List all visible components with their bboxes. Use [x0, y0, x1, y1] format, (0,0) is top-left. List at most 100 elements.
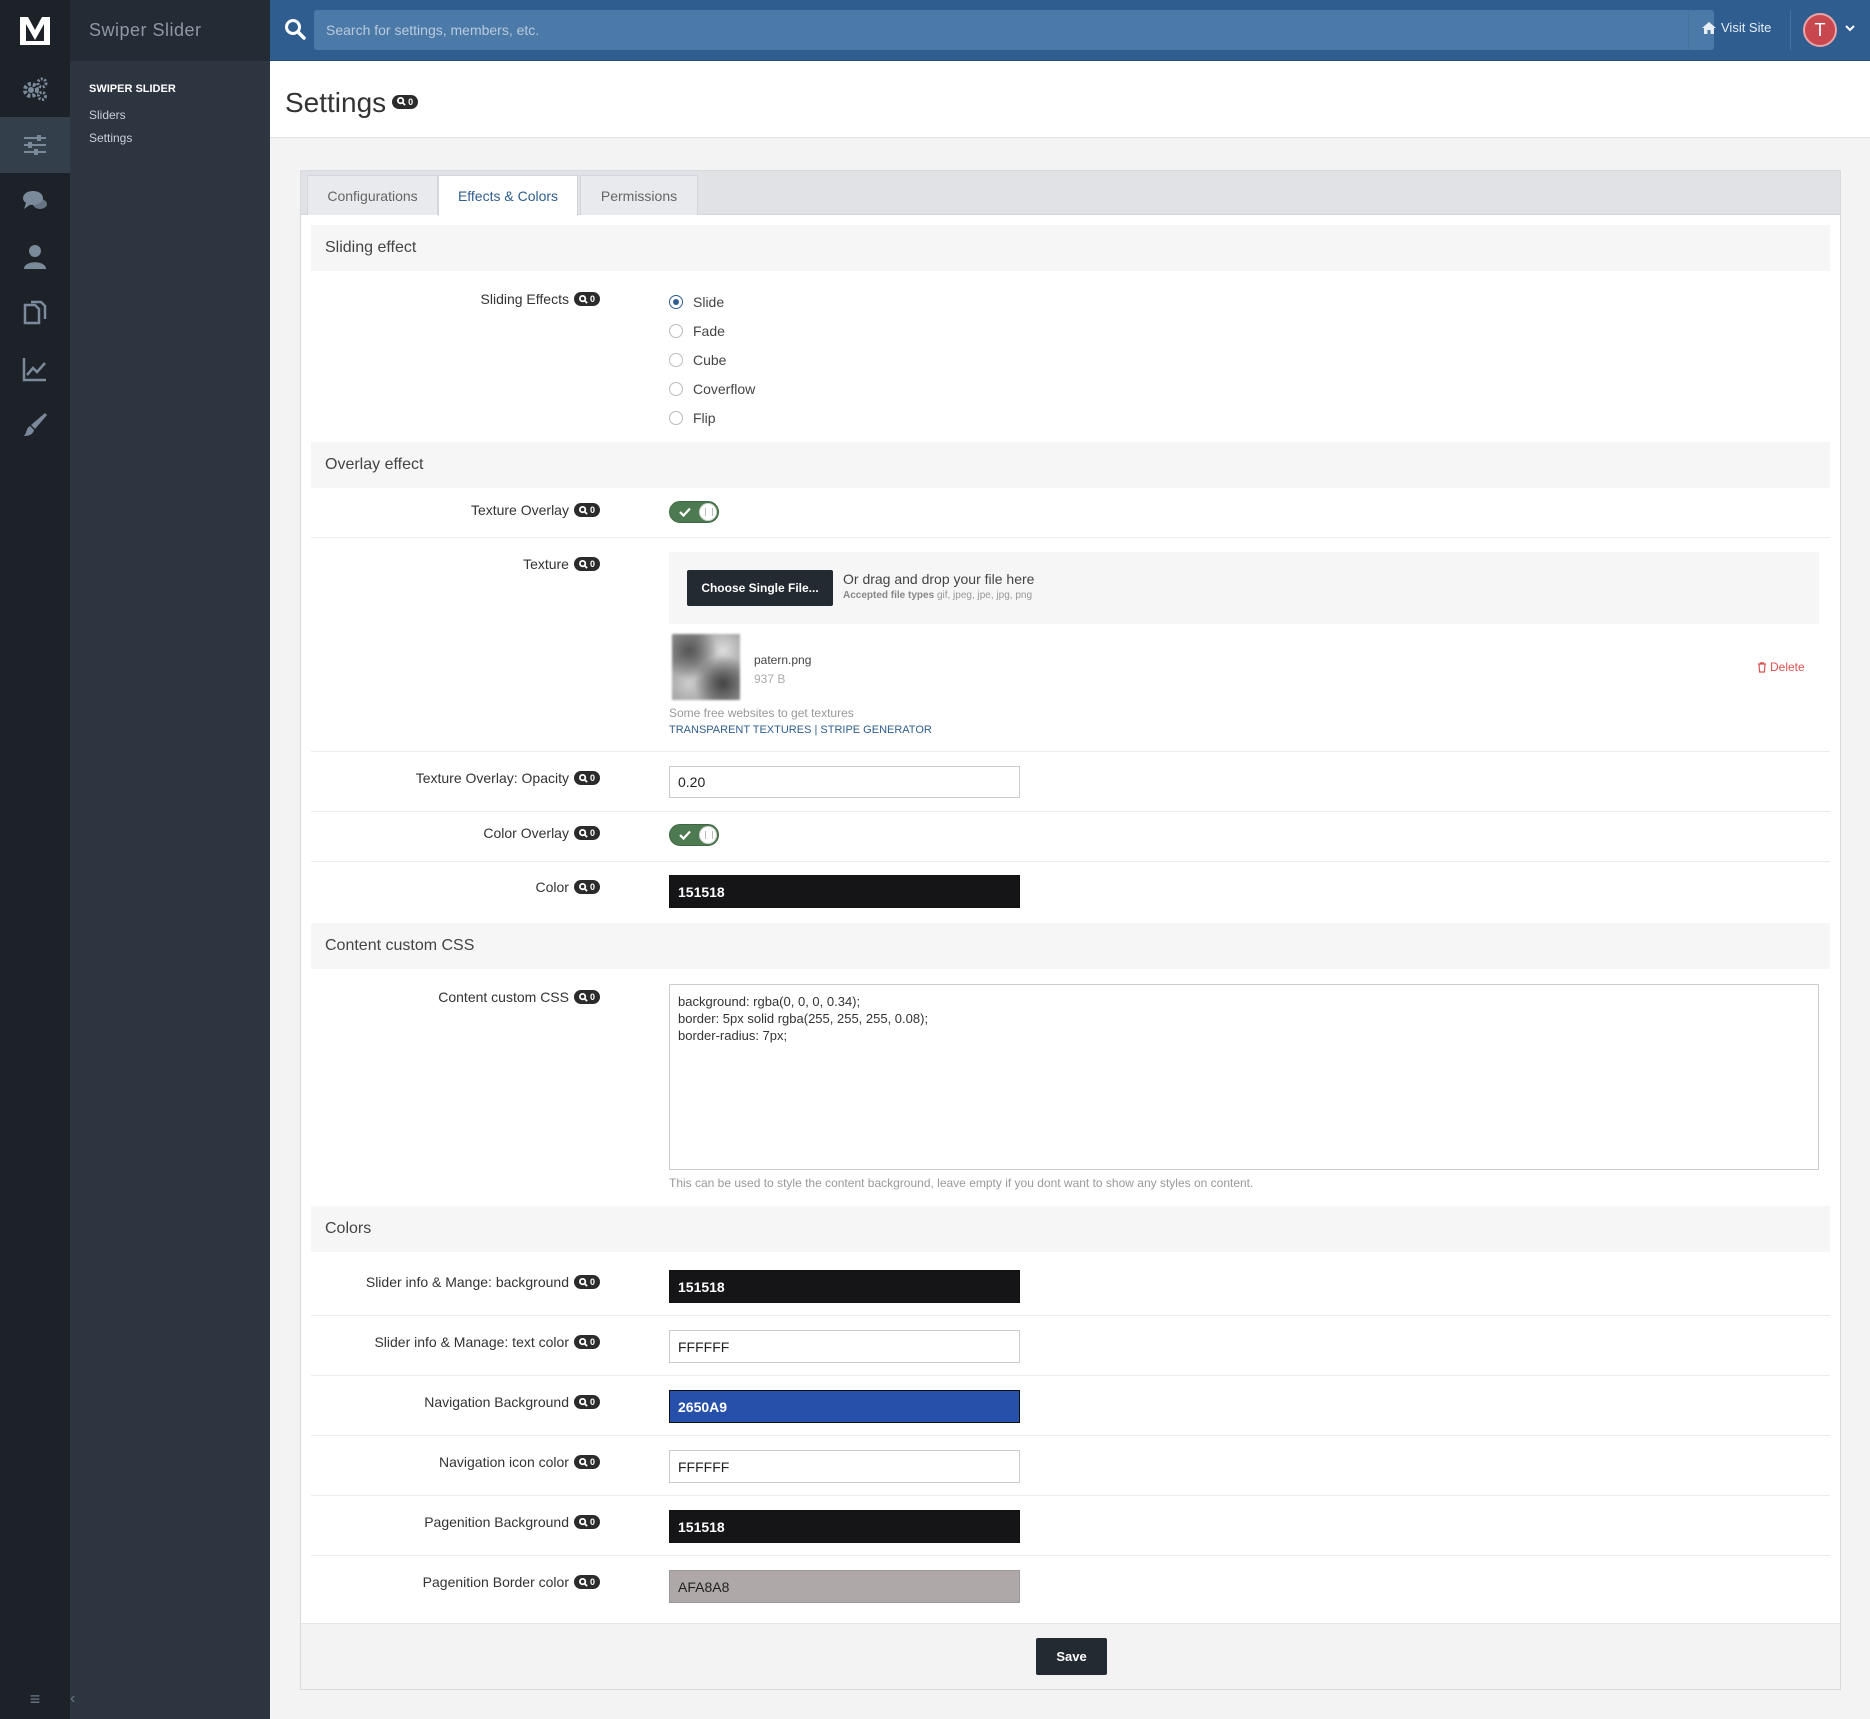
opacity-input[interactable]: 0.20	[669, 766, 1020, 798]
search-input[interactable]	[314, 10, 1714, 50]
overlay-color-input[interactable]: 151518	[669, 875, 1020, 908]
check-icon	[679, 507, 691, 518]
file-dropzone[interactable]: Choose Single File... Or drag and drop y…	[669, 552, 1819, 624]
rail-item-settings[interactable]	[0, 61, 70, 117]
visit-site-link[interactable]: Visit Site	[1702, 20, 1771, 35]
section-colors: Colors	[311, 1206, 1830, 1252]
sliders-icon	[24, 135, 46, 155]
divider	[311, 537, 1830, 538]
home-icon	[1702, 21, 1716, 34]
search-count-badge[interactable]: 0	[573, 1275, 600, 1289]
radio-fade[interactable]: Fade	[669, 323, 725, 339]
radio-flip[interactable]: Flip	[669, 410, 716, 426]
icon-rail: ≡	[0, 0, 70, 1719]
search-count-badge[interactable]: 0	[573, 1335, 600, 1349]
file-size: 937 B	[754, 672, 786, 686]
search-count-badge[interactable]: 0	[573, 292, 600, 306]
search-icon	[578, 505, 588, 515]
page-header: Settings 0	[270, 61, 1870, 138]
chevron-down-icon[interactable]	[1844, 22, 1856, 34]
rail-item-sliders[interactable]	[0, 117, 70, 173]
search-count-badge[interactable]: 0	[573, 990, 600, 1004]
rail-item-themes[interactable]	[0, 397, 70, 453]
search-count-badge[interactable]: 0	[573, 503, 600, 517]
radio-cube[interactable]: Cube	[669, 352, 726, 368]
radio-button[interactable]	[669, 295, 683, 309]
radio-slide[interactable]: Slide	[669, 294, 724, 310]
rail-item-members[interactable]	[0, 229, 70, 285]
section-content-css: Content custom CSS	[311, 923, 1830, 969]
color-overlay-label: Color Overlay 0	[483, 825, 600, 841]
search-count-badge[interactable]: 0	[573, 1455, 600, 1469]
brush-icon	[24, 413, 47, 436]
toggle-knob	[699, 826, 717, 844]
copy-icon	[23, 300, 47, 325]
radio-button[interactable]	[669, 411, 683, 425]
color-field-label: Slider info & Mange: background 0	[366, 1274, 600, 1290]
color-field-label: Pagenition Background 0	[424, 1514, 600, 1530]
search-count-badge[interactable]: 0	[573, 557, 600, 571]
rail-item-comments[interactable]	[0, 173, 70, 229]
subnav-link-sliders[interactable]: Sliders	[70, 95, 270, 122]
tab-permissions[interactable]: Permissions	[580, 175, 698, 215]
divider	[311, 1375, 1830, 1376]
search-count-badge[interactable]: 0	[573, 1515, 600, 1529]
search-icon[interactable]	[284, 18, 308, 42]
search-count-badge[interactable]: 0	[392, 94, 419, 109]
color-overlay-toggle[interactable]	[669, 824, 719, 846]
rail-item-pages[interactable]	[0, 285, 70, 341]
check-icon	[679, 830, 691, 841]
divider	[311, 861, 1830, 862]
color-field-label: Navigation Background 0	[424, 1394, 600, 1410]
divider	[311, 1435, 1830, 1436]
choose-file-button[interactable]: Choose Single File...	[687, 570, 833, 606]
color-value-input[interactable]: 2650A9	[669, 1390, 1020, 1423]
line-chart-icon	[22, 358, 46, 382]
tab-configurations[interactable]: Configurations	[307, 175, 438, 215]
radio-button[interactable]	[669, 353, 683, 367]
search-count-badge[interactable]: 0	[573, 1575, 600, 1589]
opacity-label: Texture Overlay: Opacity 0	[416, 770, 600, 786]
texture-label: Texture 0	[523, 556, 600, 572]
menu-icon[interactable]: ≡	[0, 1679, 70, 1719]
tab-effects-colors[interactable]: Effects & Colors	[438, 175, 578, 216]
search-count-badge[interactable]: 0	[573, 771, 600, 785]
content-css-textarea[interactable]	[669, 984, 1819, 1170]
search-icon	[578, 1277, 588, 1287]
topbar: Visit Site T	[270, 0, 1870, 61]
texture-help-text: Some free websites to get textures	[669, 706, 854, 720]
search-icon	[578, 992, 588, 1002]
search-icon	[578, 1397, 588, 1407]
search-count-badge[interactable]: 0	[573, 1395, 600, 1409]
subnav-link-settings[interactable]: Settings	[70, 122, 270, 145]
divider	[311, 811, 1830, 812]
search-count-badge[interactable]: 0	[573, 826, 600, 840]
divider	[311, 1495, 1830, 1496]
radio-button[interactable]	[669, 382, 683, 396]
collapse-chevron-icon[interactable]: ‹	[70, 1679, 270, 1719]
color-value-input[interactable]: AFA8A8	[669, 1570, 1020, 1603]
gears-icon	[23, 77, 48, 101]
color-value-input[interactable]: FFFFFF	[669, 1450, 1020, 1483]
save-button[interactable]: Save	[1036, 1638, 1107, 1675]
radio-coverflow[interactable]: Coverflow	[669, 381, 755, 397]
color-value-input[interactable]: FFFFFF	[669, 1330, 1020, 1363]
divider	[311, 1555, 1830, 1556]
logo-icon[interactable]	[0, 0, 70, 61]
user-icon	[24, 245, 46, 269]
radio-button[interactable]	[669, 324, 683, 338]
color-value-input[interactable]: 151518	[669, 1510, 1020, 1543]
topbar-divider	[1790, 10, 1791, 50]
search-icon	[578, 294, 588, 304]
topbar-divider	[1688, 10, 1689, 50]
avatar[interactable]: T	[1803, 13, 1837, 47]
delete-file-link[interactable]: Delete	[1757, 660, 1805, 674]
texture-site-links[interactable]: TRANSPARENT TEXTURES | STRIPE GENERATOR	[669, 724, 932, 736]
divider	[311, 751, 1830, 752]
page-title: Settings 0	[285, 87, 419, 119]
rail-item-analytics[interactable]	[0, 341, 70, 397]
search-icon	[578, 882, 588, 892]
search-count-badge[interactable]: 0	[573, 880, 600, 894]
texture-overlay-toggle[interactable]	[669, 501, 719, 523]
color-value-input[interactable]: 151518	[669, 1270, 1020, 1303]
